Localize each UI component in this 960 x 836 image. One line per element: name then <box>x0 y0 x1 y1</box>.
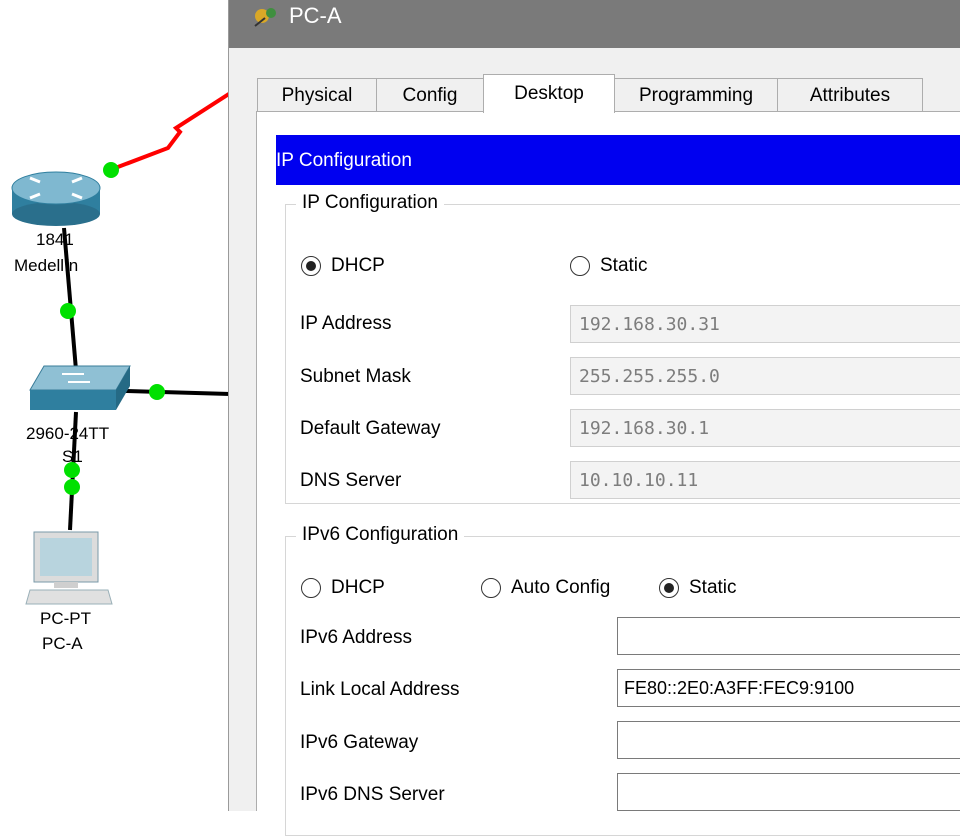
topology-canvas[interactable]: 1841 Medellín 2960-24TT S1 PC-PT PC-A <box>0 0 230 811</box>
ipv6-address-label: IPv6 Address <box>300 627 412 648</box>
ipv6-address-field[interactable] <box>617 617 960 655</box>
ipv4-static-radio[interactable]: Static <box>570 255 648 277</box>
ipv6-dns-server-label: IPv6 DNS Server <box>300 784 445 805</box>
link-light <box>149 384 165 400</box>
ipv6-dhcp-label: DHCP <box>331 577 385 598</box>
link-local-address-field[interactable] <box>617 669 960 707</box>
pc-config-window: PC-A Physical Config Desktop Programming… <box>228 0 960 836</box>
radio-unchecked-icon <box>481 578 501 598</box>
ipv4-static-label: Static <box>600 255 648 276</box>
radio-unchecked-icon <box>570 256 590 276</box>
radio-unchecked-icon <box>301 578 321 598</box>
tab-config[interactable]: Config <box>376 78 484 112</box>
default-gateway-field[interactable] <box>570 409 960 447</box>
ipv6-auto-config-radio[interactable]: Auto Config <box>481 577 610 599</box>
dns-server-label: DNS Server <box>300 470 402 491</box>
window-titlebar[interactable]: PC-A <box>229 0 960 48</box>
router-icon[interactable] <box>11 171 101 226</box>
serial-link[interactable] <box>109 90 230 172</box>
packet-tracer-icon <box>251 4 281 35</box>
ipv6-gateway-label: IPv6 Gateway <box>300 732 419 753</box>
ipv4-config-group: IP Configuration DHCP Static IP Address … <box>285 191 960 504</box>
topology-links <box>11 90 230 605</box>
ip-configuration-header: IP Configuration <box>276 135 960 185</box>
ipv4-group-title: IP Configuration <box>296 191 444 215</box>
pc-model-label: PC-PT <box>40 609 91 628</box>
window-title: PC-A <box>289 3 342 28</box>
ipv6-gateway-field[interactable] <box>617 721 960 759</box>
router-name-label: Medellín <box>14 256 79 275</box>
ipv4-dhcp-radio[interactable]: DHCP <box>301 255 385 277</box>
switch-uplink[interactable] <box>125 389 230 396</box>
default-gateway-label: Default Gateway <box>300 418 441 439</box>
link-light <box>64 479 80 495</box>
ipv6-group-title: IPv6 Configuration <box>296 523 465 547</box>
pc-icon[interactable] <box>25 531 113 605</box>
tab-physical[interactable]: Physical <box>257 78 377 112</box>
ipv6-auto-config-label: Auto Config <box>511 577 611 598</box>
ipv6-dns-server-field[interactable] <box>617 773 960 811</box>
switch-name-label: S1 <box>62 447 83 466</box>
router-model-label: 1841 <box>36 230 74 249</box>
switch-model-label: 2960-24TT <box>26 424 110 443</box>
ip-address-label: IP Address <box>300 313 392 334</box>
ip-address-field[interactable] <box>570 305 960 343</box>
radio-checked-icon <box>659 578 679 598</box>
tab-desktop[interactable]: Desktop <box>483 74 615 113</box>
dns-server-field[interactable] <box>570 461 960 499</box>
ipv6-config-group: IPv6 Configuration DHCP Auto Config Stat… <box>285 523 960 836</box>
link-local-address-label: Link Local Address <box>300 679 460 700</box>
ipv6-dhcp-radio[interactable]: DHCP <box>301 577 385 599</box>
tab-programming[interactable]: Programming <box>614 78 778 112</box>
subnet-mask-field[interactable] <box>570 357 960 395</box>
pc-name-label: PC-A <box>42 634 83 653</box>
ipv6-static-label: Static <box>689 577 737 598</box>
switch-icon[interactable] <box>29 365 131 410</box>
link-light <box>103 162 119 178</box>
tab-attributes[interactable]: Attributes <box>777 78 923 112</box>
ipv6-static-radio[interactable]: Static <box>659 577 737 599</box>
subnet-mask-label: Subnet Mask <box>300 366 411 387</box>
radio-checked-icon <box>301 256 321 276</box>
link-light <box>60 303 76 319</box>
ipv4-dhcp-label: DHCP <box>331 255 385 276</box>
desktop-panel: IP Configuration IP Configuration DHCP S… <box>256 111 960 836</box>
